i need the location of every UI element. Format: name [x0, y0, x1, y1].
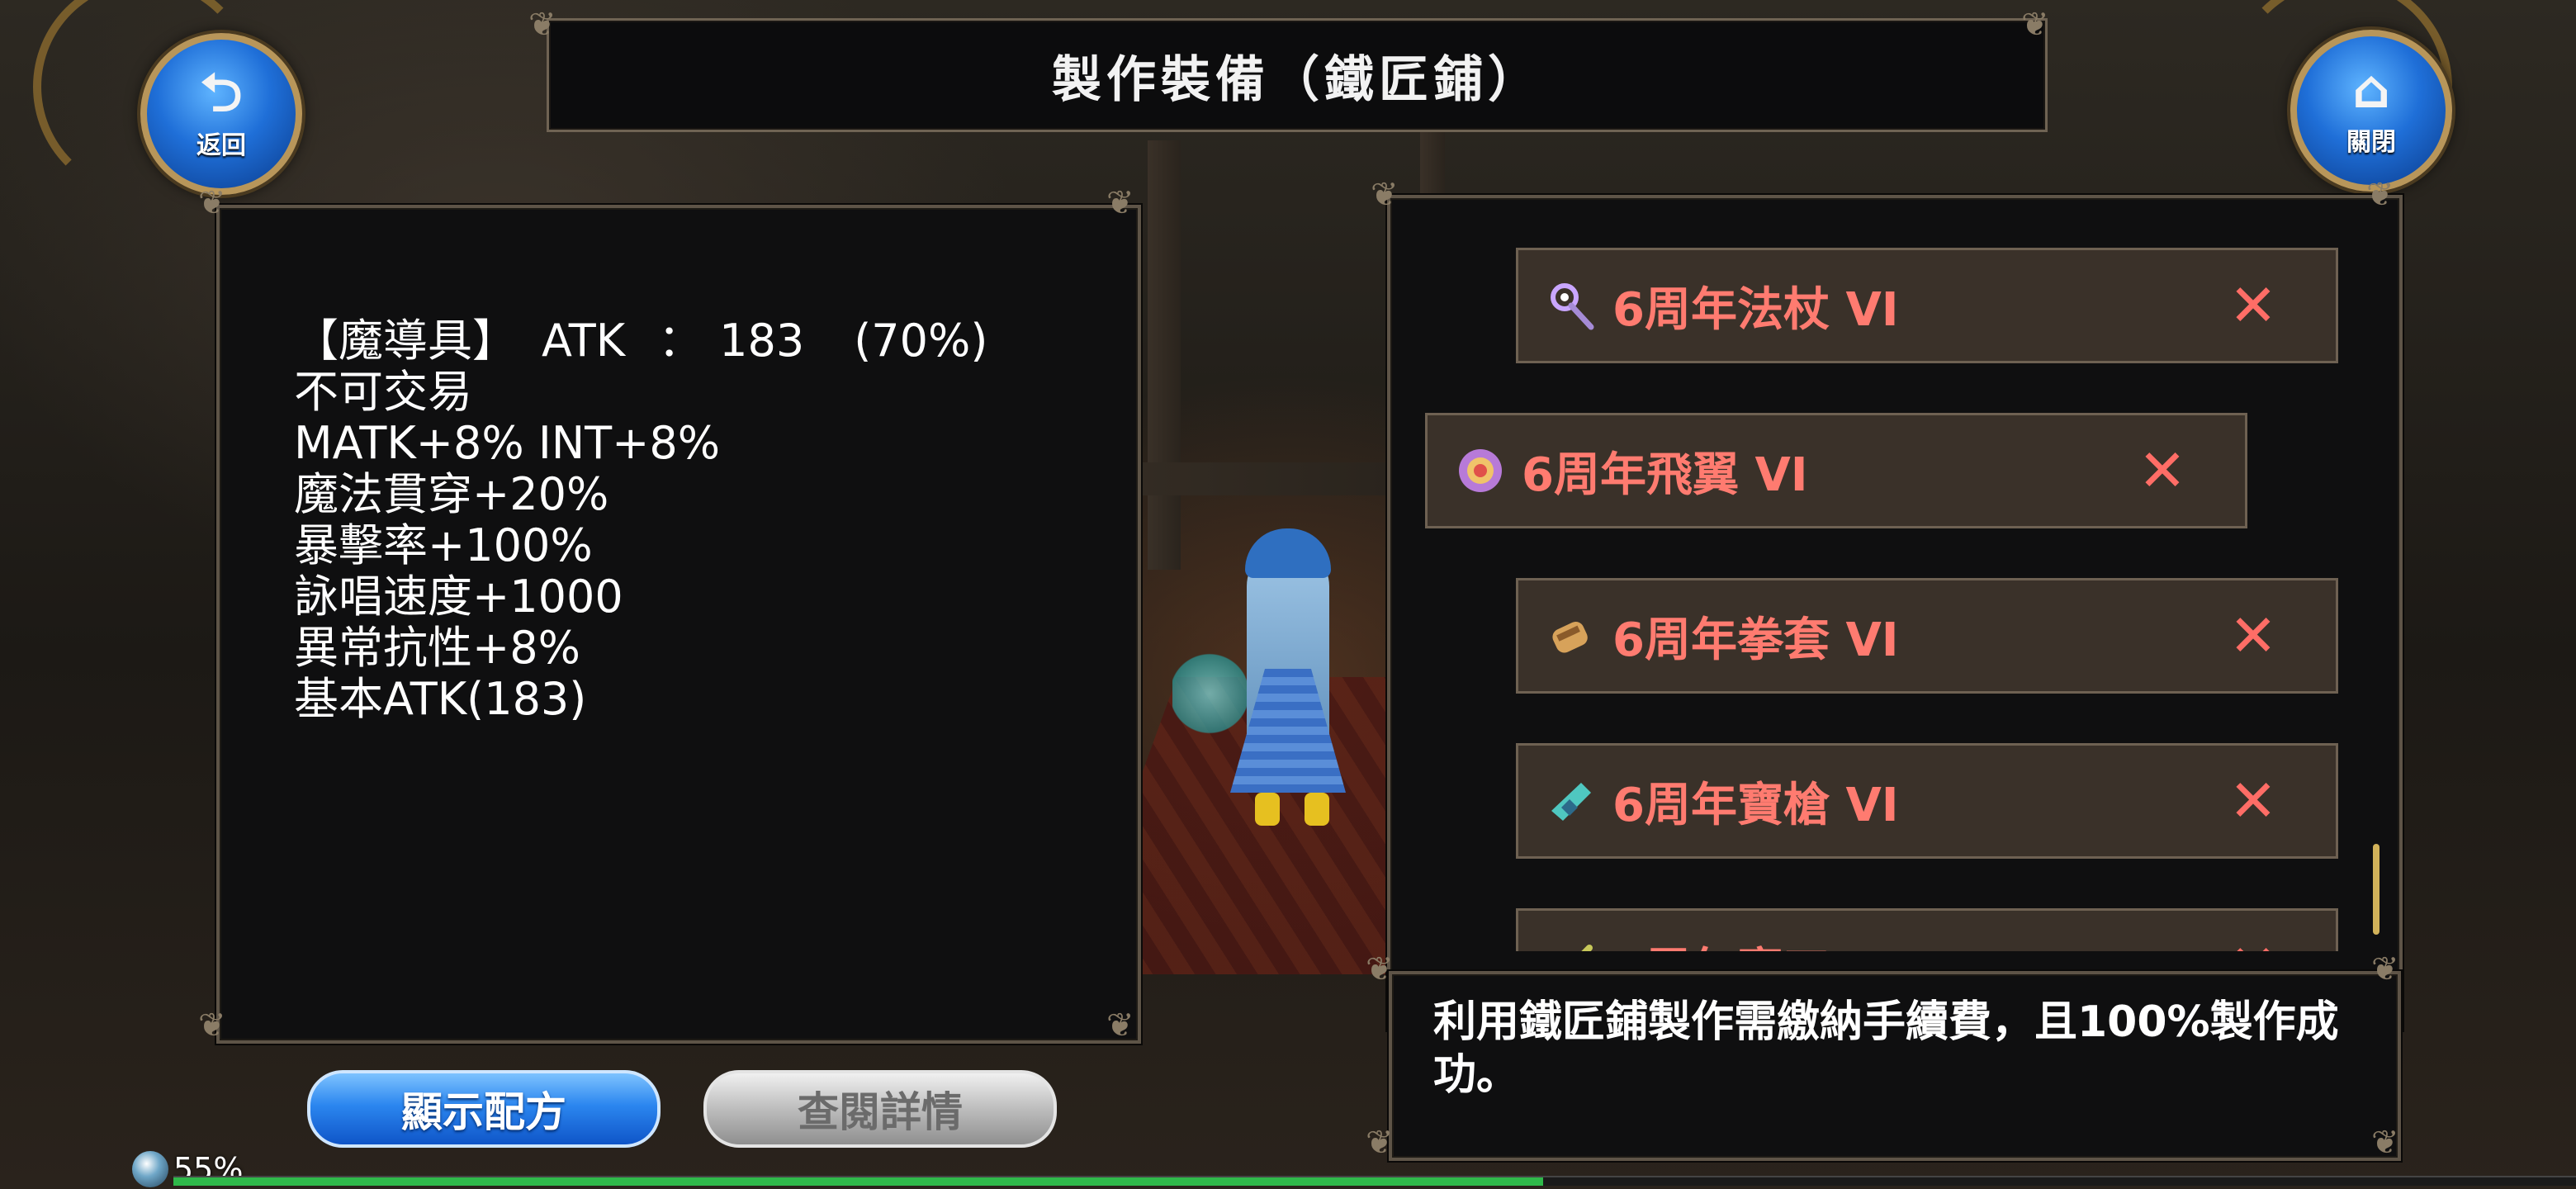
title-corner-ornament: ❦ — [2021, 6, 2049, 44]
recipe-item[interactable]: 6周年拳套 VI ✕ — [1516, 578, 2338, 694]
show-recipe-label: 顯示配方 — [401, 1088, 566, 1136]
player-character — [1172, 528, 1387, 842]
title-corner-ornament: ❦ — [528, 6, 556, 44]
remove-icon[interactable]: ✕ — [2113, 437, 2212, 504]
return-arrow-icon: ⮌ — [200, 63, 243, 124]
home-icon: ⌂ — [2352, 59, 2390, 121]
stat-line: 基本ATK(183) — [294, 673, 587, 725]
gauntlet-icon — [1541, 606, 1601, 666]
remove-icon[interactable]: ✕ — [2204, 932, 2303, 951]
wing-orb-icon — [1451, 441, 1510, 500]
recipe-item[interactable]: 6周年法杖 VI ✕ — [1516, 248, 2338, 363]
recipe-item-selected[interactable]: 6周年飛翼 VI ✕ — [1425, 413, 2247, 528]
recipe-name: 6周年飛翼 VI — [1522, 448, 1808, 502]
close-label: 關閉 — [2346, 128, 2396, 157]
recipe-name: 6周年寶刀 VI — [1612, 933, 2204, 952]
title-bar: 製作裝備（鐵匠鋪） — [547, 18, 2048, 132]
back-label: 返回 — [197, 131, 246, 160]
item-type-row: 【魔導具】 ATK ： 183 (70%) — [294, 315, 987, 367]
info-message: 利用鐵匠鋪製作需繳納手續費，且100%製作成功。 — [1433, 997, 2339, 1100]
panel-corner-ornament: ❦ — [1106, 184, 1134, 222]
recipe-name: 6周年法杖 VI — [1612, 282, 1899, 337]
recipe-scrollbar[interactable] — [2373, 844, 2379, 935]
panel-corner-ornament: ❦ — [198, 1007, 226, 1045]
stat-line: 魔法貫穿+20% — [294, 468, 609, 520]
back-button[interactable]: ⮌ 返回 — [140, 33, 302, 195]
panel-corner-ornament: ❦ — [1106, 1007, 1134, 1045]
recipe-list[interactable]: 6周年法杖 VI ✕ 6周年飛翼 VI ✕ 6周年拳套 VI ✕ 6周年寶槍 V… — [1395, 239, 2386, 951]
panel-corner-ornament: ❦ — [1371, 176, 1399, 214]
remove-icon[interactable]: ✕ — [2204, 767, 2303, 835]
remove-icon[interactable]: ✕ — [2204, 272, 2303, 339]
panel-corner-ornament: ❦ — [198, 184, 226, 222]
stat-line: 不可交易 — [294, 366, 472, 418]
remove-icon[interactable]: ✕ — [2204, 602, 2303, 670]
panel-corner-ornament: ❦ — [2371, 950, 2399, 988]
panel-corner-ornament: ❦ — [2371, 1124, 2399, 1162]
recipe-name: 6周年拳套 VI — [1612, 613, 1899, 667]
close-button[interactable]: ⌂ 關閉 — [2290, 30, 2452, 192]
item-info-panel: 【魔導具】 ATK ： 183 (70%) 不可交易 MATK+8% INT+8… — [216, 205, 1141, 1044]
panel-corner-ornament: ❦ — [1366, 950, 1394, 988]
recipe-item[interactable]: 6周年寶槍 VI ✕ — [1516, 743, 2338, 859]
stat-line: MATK+8% INT+8% — [294, 417, 721, 469]
status-orb-icon — [132, 1151, 168, 1187]
info-message-panel: 利用鐵匠鋪製作需繳納手續費，且100%製作成功。 — [1389, 971, 2401, 1161]
staff-icon — [1541, 276, 1601, 335]
show-recipe-button[interactable]: 顯示配方 — [307, 1070, 661, 1148]
atk-value: 183 — [719, 315, 805, 367]
item-type-label: 【魔導具】 — [294, 315, 517, 367]
atk-percent: (70%) — [854, 315, 988, 367]
progress-fill — [173, 1177, 1543, 1186]
recipe-name: 6周年寶槍 VI — [1612, 778, 1899, 832]
view-details-button[interactable]: 查閱詳情 — [703, 1070, 1057, 1148]
view-details-label: 查閱詳情 — [798, 1088, 963, 1136]
page-title: 製作裝備（鐵匠鋪） — [1052, 50, 1542, 109]
progress-bar — [173, 1176, 2576, 1186]
recipe-item[interactable]: 6周年寶刀 VI ✕ — [1516, 908, 2338, 951]
panel-corner-ornament: ❦ — [2366, 176, 2394, 214]
stat-line: 詠唱速度+1000 — [294, 571, 623, 623]
atk-separator: ： — [658, 315, 703, 367]
atk-label: ATK — [542, 315, 626, 367]
panel-corner-ornament: ❦ — [1366, 1124, 1394, 1162]
stat-line: 暴擊率+100% — [294, 519, 593, 571]
gun-icon — [1541, 771, 1601, 831]
item-stats: 【魔導具】 ATK ： 183 (70%) 不可交易 MATK+8% INT+8… — [294, 315, 987, 725]
blade-icon — [1541, 936, 1601, 951]
stat-line: 異常抗性+8% — [294, 622, 580, 674]
